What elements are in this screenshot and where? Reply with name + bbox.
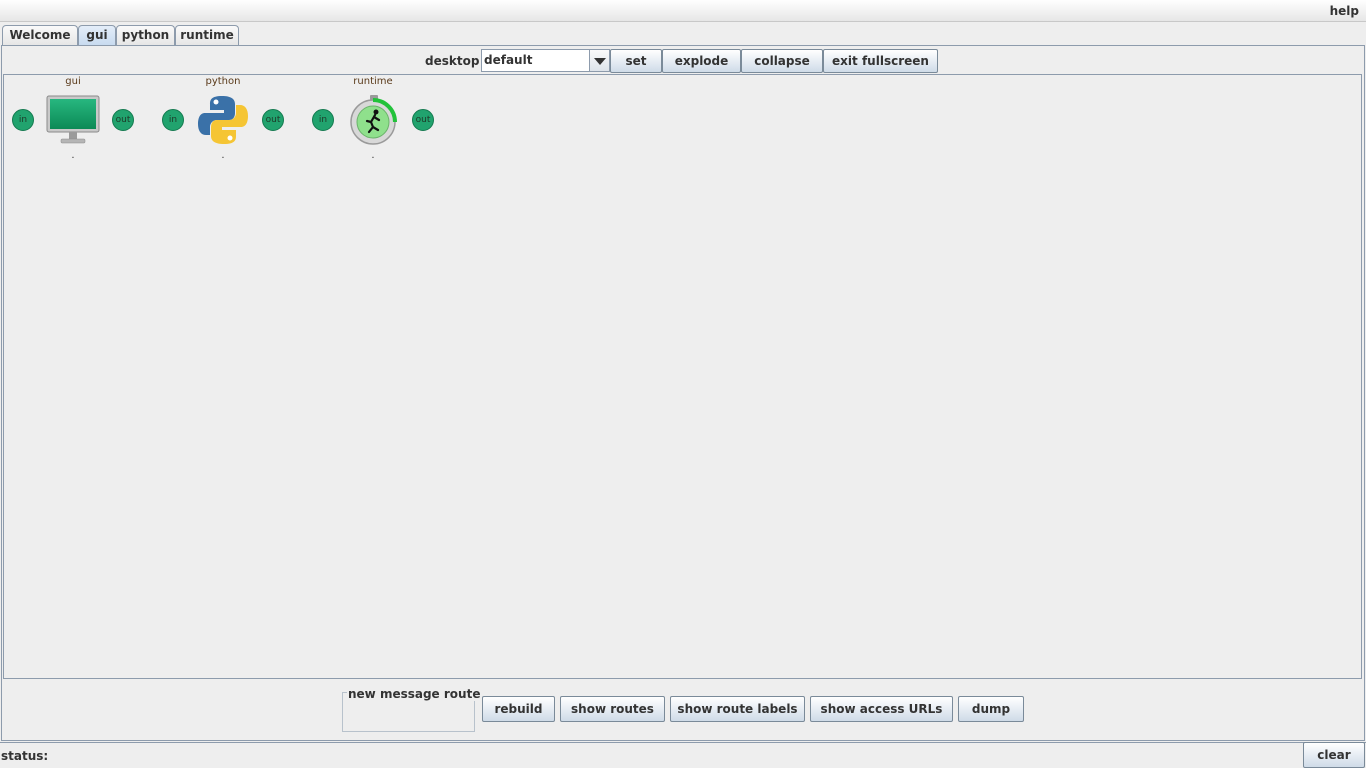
node-status-gui: . — [71, 150, 75, 161]
node-runtime-in-port[interactable]: in — [312, 109, 334, 131]
service-canvas[interactable] — [3, 74, 1362, 679]
status-bar: status: — [0, 742, 1366, 768]
node-title-runtime: runtime — [353, 76, 393, 87]
node-status-runtime: . — [371, 150, 375, 161]
help-menu[interactable]: help — [1330, 4, 1359, 18]
node-gui-in-port[interactable]: in — [12, 109, 34, 131]
node-python-in-port[interactable]: in — [162, 109, 184, 131]
show-route-labels-button[interactable]: show route labels — [670, 696, 805, 722]
collapse-button[interactable]: collapse — [741, 49, 823, 73]
stopwatch-runner-icon[interactable] — [349, 94, 399, 146]
show-routes-button[interactable]: show routes — [560, 696, 665, 722]
tab-gui[interactable]: gui — [78, 25, 116, 45]
node-python-out-port[interactable]: out — [262, 109, 284, 131]
clear-button[interactable]: clear — [1303, 742, 1365, 768]
dump-button[interactable]: dump — [958, 696, 1024, 722]
chevron-down-icon[interactable] — [589, 50, 609, 71]
desktop-select-value: default — [484, 53, 533, 67]
desktop-label: desktop — [425, 54, 480, 68]
node-gui-out-port[interactable]: out — [112, 109, 134, 131]
show-access-urls-button[interactable]: show access URLs — [810, 696, 953, 722]
exit-fullscreen-button[interactable]: exit fullscreen — [823, 49, 938, 73]
tab-python[interactable]: python — [116, 25, 175, 45]
node-runtime-out-port[interactable]: out — [412, 109, 434, 131]
tab-welcome[interactable]: Welcome — [2, 25, 78, 45]
node-title-python: python — [205, 76, 241, 87]
explode-button[interactable]: explode — [662, 49, 741, 73]
rebuild-button[interactable]: rebuild — [482, 696, 555, 722]
status-label: status: — [1, 749, 49, 763]
node-status-python: . — [221, 150, 225, 161]
monitor-icon[interactable] — [46, 95, 100, 145]
node-title-gui: gui — [65, 76, 81, 87]
python-logo-icon[interactable] — [197, 94, 249, 146]
new-message-route-title: new message route — [347, 687, 482, 701]
menu-bar: help — [0, 0, 1366, 22]
set-button[interactable]: set — [610, 49, 662, 73]
desktop-select[interactable]: default — [481, 49, 610, 72]
tab-runtime[interactable]: runtime — [175, 25, 239, 45]
